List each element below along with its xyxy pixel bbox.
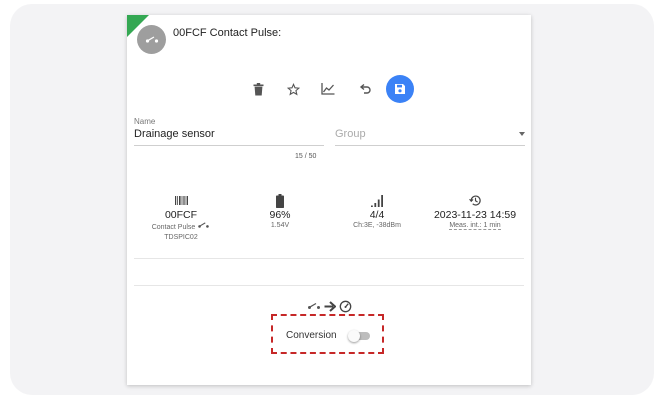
- signal-value: 4/4: [369, 209, 385, 221]
- stat-last-time: 2023-11-23 14:59 Meas. int.: 1 min: [427, 193, 523, 230]
- device-card: 00FCF Contact Pulse: Name Drainage senso…: [127, 15, 531, 385]
- stat-signal: 4/4 Ch:3E, -38dBm: [337, 193, 417, 229]
- signal-icon: [370, 194, 383, 207]
- gauge-icon: [339, 300, 351, 312]
- stat-device-id: 00FCF Contact Pulse TDSPIC02: [141, 193, 221, 241]
- device-avatar: [137, 25, 166, 54]
- undo-button[interactable]: [352, 75, 378, 103]
- device-id-value: 00FCF: [164, 209, 198, 221]
- chart-icon: [321, 83, 335, 95]
- divider: [134, 258, 524, 259]
- group-select[interactable]: Group: [335, 128, 525, 146]
- device-model: TDSPIC02: [164, 234, 198, 241]
- save-icon: [395, 84, 405, 94]
- conversion-toggle[interactable]: [348, 330, 370, 342]
- meas-interval-link[interactable]: Meas. int.: 1 min: [449, 222, 501, 230]
- barcode-icon: [174, 196, 188, 205]
- device-stats: 00FCF Contact Pulse TDSPIC02 96% 1.54V 4…: [127, 193, 531, 253]
- divider: [134, 285, 524, 286]
- conversion-highlight-box: Conversion: [271, 314, 384, 354]
- device-type: Contact Pulse: [141, 222, 221, 231]
- chevron-down-icon: [519, 132, 525, 136]
- undo-icon: [359, 83, 371, 94]
- last-time-value: 2023-11-23 14:59: [433, 209, 517, 221]
- contact-pulse-icon: [307, 302, 320, 309]
- signal-detail: Ch:3E, -38dBm: [353, 222, 401, 229]
- arrow-right-icon: [324, 300, 336, 312]
- battery-voltage: 1.54V: [270, 222, 290, 229]
- conversion-label: Conversion: [286, 330, 337, 341]
- history-icon: [468, 195, 481, 206]
- battery-icon: [276, 193, 284, 208]
- trash-icon: [253, 82, 263, 95]
- stat-battery: 96% 1.54V: [240, 193, 320, 229]
- contact-pulse-icon: [145, 35, 158, 43]
- contact-pulse-icon: [198, 222, 210, 228]
- device-title: 00FCF Contact Pulse:: [173, 27, 282, 39]
- group-placeholder: Group: [335, 128, 366, 140]
- save-button[interactable]: [386, 75, 414, 103]
- chart-button[interactable]: [315, 75, 341, 103]
- name-char-counter: 15 / 50: [295, 153, 317, 160]
- conversion-flow: [127, 299, 531, 313]
- toggle-knob: [348, 330, 360, 342]
- name-input[interactable]: Drainage sensor: [134, 128, 324, 146]
- battery-value: 96%: [269, 209, 291, 221]
- favorite-button[interactable]: [280, 75, 306, 103]
- star-icon: [286, 82, 300, 96]
- delete-button[interactable]: [245, 75, 271, 103]
- name-label: Name: [134, 117, 156, 126]
- toolbar: [127, 75, 531, 103]
